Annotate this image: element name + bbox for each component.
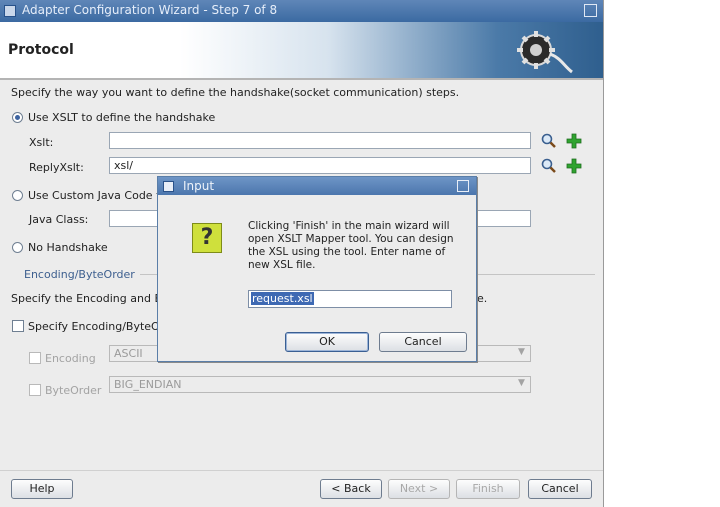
dialog-title-bar[interactable]: Input [158,177,476,195]
xslt-input[interactable] [109,132,531,149]
encoding-instruction-end: e. [477,292,488,305]
xslt-label: Xslt: [29,136,54,149]
help-button[interactable]: Help [11,479,73,499]
byteorder-label: ByteOrder [45,384,102,397]
encoding-checkbox[interactable] [29,352,41,364]
chevron-down-icon[interactable]: ▼ [518,347,525,357]
dialog-message: Clicking 'Finish' in the main wizard wil… [248,220,454,271]
use-custom-java-radio[interactable] [12,190,23,201]
search-icon[interactable] [541,133,557,149]
cancel-button[interactable]: Cancel [528,479,592,499]
use-custom-java-label: Use Custom Java Code t [28,189,161,202]
instruction-text: Specify the way you want to define the h… [11,86,460,99]
dialog-title: Input [183,179,215,193]
add-icon[interactable] [566,158,582,174]
no-handshake-label: No Handshake [28,241,108,254]
gear-plug-icon [517,31,573,74]
next-button[interactable]: Next > [388,479,450,499]
encoding-section-title: Encoding/ByteOrder [24,268,135,281]
specify-encoding-checkbox[interactable] [12,320,24,332]
java-class-label: Java Class: [29,213,89,226]
input-dialog: Input ? Clicking 'Finish' in the main wi… [157,176,477,362]
use-xslt-radio[interactable] [12,112,23,123]
title-bar[interactable]: Adapter Configuration Wizard - Step 7 of… [0,0,603,22]
dialog-menu-icon[interactable] [163,181,174,192]
encoding-instruction: Specify the Encoding and By [11,292,169,305]
byteorder-select[interactable]: BIG_ENDIAN [109,376,531,393]
add-icon[interactable] [566,133,582,149]
chevron-down-icon[interactable]: ▼ [518,378,525,388]
filename-selected-text: request.xsl [251,292,314,305]
maximize-icon[interactable] [457,180,469,192]
ok-button[interactable]: OK [285,332,369,352]
back-button[interactable]: < Back [320,479,382,499]
window-title: Adapter Configuration Wizard - Step 7 of… [22,3,278,17]
byteorder-checkbox[interactable] [29,384,41,396]
reply-xslt-label: ReplyXslt: [29,161,84,174]
footer-divider [0,470,603,471]
page-header: Protocol [0,22,603,78]
header-separator [0,78,603,80]
window-menu-icon[interactable] [4,5,16,17]
no-handshake-radio[interactable] [12,242,23,253]
finish-button[interactable]: Finish [456,479,520,499]
filename-input[interactable]: request.xsl [248,290,452,308]
reply-xslt-input[interactable]: xsl/ [109,157,531,174]
use-xslt-label: Use XSLT to define the handshake [28,111,216,124]
encoding-label: Encoding [45,352,96,365]
question-icon: ? [192,223,222,253]
search-icon[interactable] [541,158,557,174]
page-title: Protocol [8,42,74,58]
dialog-cancel-button[interactable]: Cancel [379,332,467,352]
specify-encoding-label: Specify Encoding/ByteO [28,320,160,333]
maximize-icon[interactable] [584,4,597,17]
